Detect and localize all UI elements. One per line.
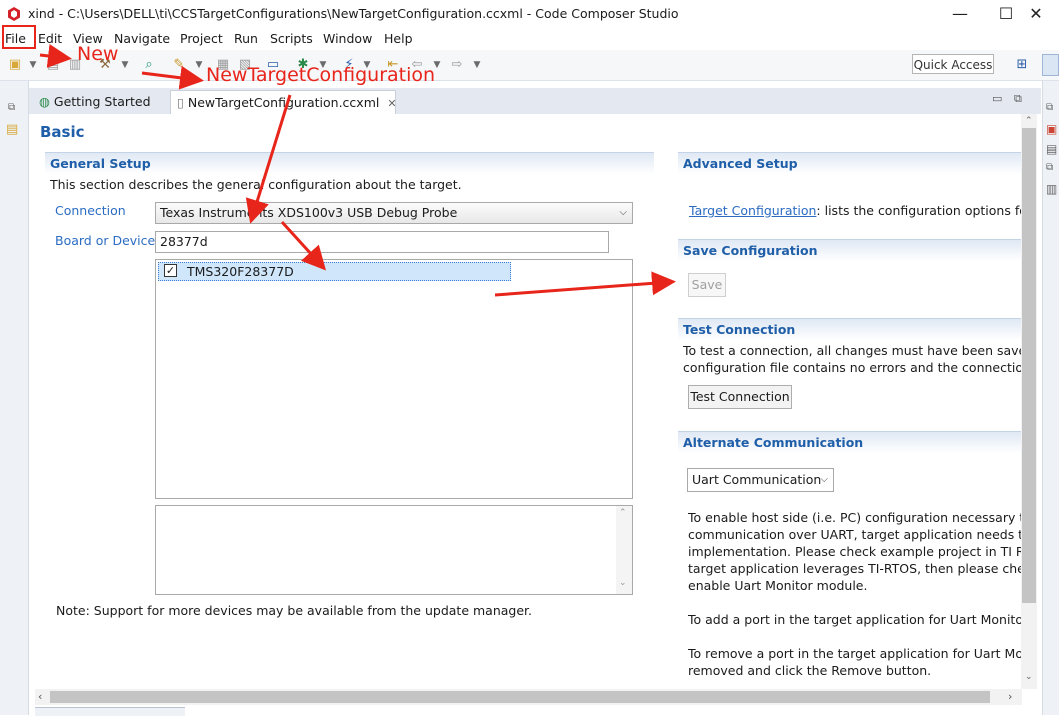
advanced-setup-heading: Advanced Setup — [678, 152, 1021, 174]
forward-arrow-icon[interactable]: ⇨ — [448, 57, 466, 73]
maximize-editor-icon[interactable]: ⧉ — [1014, 92, 1022, 106]
scroll-right-icon[interactable]: › — [1008, 690, 1012, 703]
horizontal-scrollbar-thumb[interactable] — [50, 691, 990, 703]
connection-value: Texas Instruments XDS100v3 USB Debug Pro… — [160, 205, 458, 220]
menu-edit[interactable]: Edit — [38, 31, 62, 46]
tab-label: NewTargetConfiguration.ccxml — [187, 95, 380, 110]
menu-project[interactable]: Project — [180, 31, 223, 46]
file-icon: ▯ — [177, 95, 184, 110]
file-menu-annotation-box — [2, 25, 36, 49]
device-list — [155, 259, 633, 499]
annotation-label-new: New — [77, 43, 119, 65]
scroll-up-icon[interactable]: ⌃ — [1025, 116, 1033, 126]
device-label: TMS320F28377D — [187, 264, 294, 279]
open-perspective-icon[interactable]: ⊞ — [1013, 57, 1031, 73]
device-list-item[interactable]: ✓ TMS320F28377D — [158, 262, 511, 281]
globe-icon: ◍ — [39, 94, 50, 109]
uart-paragraph-line-5: enable Uart Monitor module. — [688, 578, 868, 593]
close-button[interactable]: ✕ — [1013, 0, 1059, 28]
uart-paragraph-line-1: To enable host side (i.e. PC) configurat… — [688, 510, 1021, 525]
tab-getting-started[interactable]: ◍ Getting Started — [33, 90, 175, 114]
right-view-icon-3[interactable]: ▥ — [1046, 182, 1057, 196]
minimize-button[interactable]: — — [937, 0, 983, 28]
board-or-device-input[interactable]: 28377d — [155, 231, 609, 253]
device-description-box — [155, 505, 633, 595]
new-dropdown-chevron-icon[interactable]: ▼ — [24, 57, 42, 73]
debug-icon[interactable]: ✎ — [170, 57, 188, 73]
ccs-edit-perspective-icon[interactable] — [1042, 54, 1059, 76]
chevron-down-icon: ⌵ — [820, 474, 828, 485]
uart-add-port-text: To add a port in the target application … — [688, 612, 1021, 627]
menu-run[interactable]: Run — [234, 31, 258, 46]
save-button[interactable]: Save — [688, 273, 726, 297]
connection-label: Connection — [55, 203, 126, 218]
scroll-down-icon[interactable]: ⌄ — [619, 578, 627, 588]
right-restore-icon-2[interactable]: ⧉ — [1046, 162, 1053, 173]
uart-communication-select[interactable]: Uart Communication ⌵ — [687, 468, 834, 492]
scroll-up-icon[interactable]: ⌃ — [619, 508, 627, 518]
uart-paragraph-line-2: communication over UART, target applicat… — [688, 527, 1021, 542]
save-icon[interactable]: ▤ — [44, 57, 62, 73]
advanced-setup-desc: : lists the configuration options for t — [816, 203, 1021, 218]
main-toolbar — [0, 50, 1059, 81]
alternate-communication-heading: Alternate Communication — [678, 431, 1021, 453]
connection-select[interactable]: Texas Instruments XDS100v3 USB Debug Pro… — [155, 202, 633, 224]
scroll-left-icon[interactable]: ‹ — [38, 690, 42, 703]
right-restore-icon[interactable]: ⧉ — [1046, 102, 1053, 113]
scroll-down-icon[interactable]: ⌄ — [1025, 672, 1033, 682]
window-title: xind - C:\Users\DELL\ti\CCSTargetConfigu… — [28, 6, 679, 21]
tab-close-icon[interactable]: ✕ — [387, 97, 396, 110]
menu-help[interactable]: Help — [384, 31, 413, 46]
test-connection-line-1: To test a connection, all changes must h… — [683, 343, 1021, 358]
checkbox-checked[interactable]: ✓ — [164, 264, 177, 277]
general-setup-description: This section describes the general confi… — [50, 177, 462, 192]
test-connection-heading: Test Connection — [678, 318, 1021, 340]
test-connection-line-2: configuration file contains no errors an… — [683, 360, 1021, 375]
uart-paragraph-line-3: implementation. Please check example pro… — [688, 544, 1021, 559]
ccs-app-icon — [8, 7, 20, 21]
annotation-label-newtarget: NewTargetConfiguration — [206, 64, 436, 86]
quick-access-field[interactable]: Quick Access — [912, 54, 994, 74]
target-configuration-link[interactable]: Target Configuration — [689, 203, 816, 218]
uart-communication-value: Uart Communication — [692, 472, 822, 487]
tab-label: Getting Started — [53, 94, 151, 109]
uart-paragraph-line-4: target application leverages TI-RTOS, th… — [688, 561, 1021, 576]
board-or-device-label: Board or Device — [55, 233, 156, 248]
minimize-editor-icon[interactable]: ▭ — [992, 92, 1002, 105]
uart-remove-port-line-1: To remove a port in the target applicati… — [688, 646, 1021, 661]
search-icon[interactable]: ⌕ — [140, 57, 158, 73]
page-title: Basic — [40, 123, 85, 141]
advanced-setup-text: Target Configuration: lists the configur… — [689, 203, 1021, 218]
menu-window[interactable]: Window — [323, 31, 372, 46]
tab-newtargetconfiguration[interactable]: ▯ NewTargetConfiguration.ccxml ✕ — [170, 90, 397, 114]
vertical-scrollbar-thumb[interactable] — [1022, 128, 1036, 603]
save-configuration-heading: Save Configuration — [678, 239, 1021, 261]
update-manager-note: Note: Support for more devices may be av… — [56, 603, 532, 618]
general-setup-heading: General Setup — [45, 152, 654, 174]
right-view-icon-1[interactable]: ▣ — [1046, 122, 1057, 136]
menu-navigate[interactable]: Navigate — [114, 31, 170, 46]
build-dropdown-chevron-icon[interactable]: ▼ — [116, 57, 134, 73]
left-trim-bar — [0, 81, 29, 715]
chevron-down-icon: ⌵ — [619, 207, 627, 218]
project-explorer-icon[interactable]: ▤ — [6, 122, 18, 137]
forward-dropdown-chevron-icon[interactable]: ▼ — [468, 57, 486, 73]
restore-icon[interactable]: ⧉ — [8, 102, 15, 113]
uart-remove-port-line-2: removed and click the Remove button. — [688, 663, 932, 678]
new-icon[interactable]: ▣ — [6, 57, 24, 73]
test-connection-button[interactable]: Test Connection — [688, 385, 792, 409]
right-trim-bar — [1042, 81, 1059, 715]
menu-scripts[interactable]: Scripts — [270, 31, 313, 46]
right-view-icon-2[interactable]: ▤ — [1046, 142, 1057, 156]
